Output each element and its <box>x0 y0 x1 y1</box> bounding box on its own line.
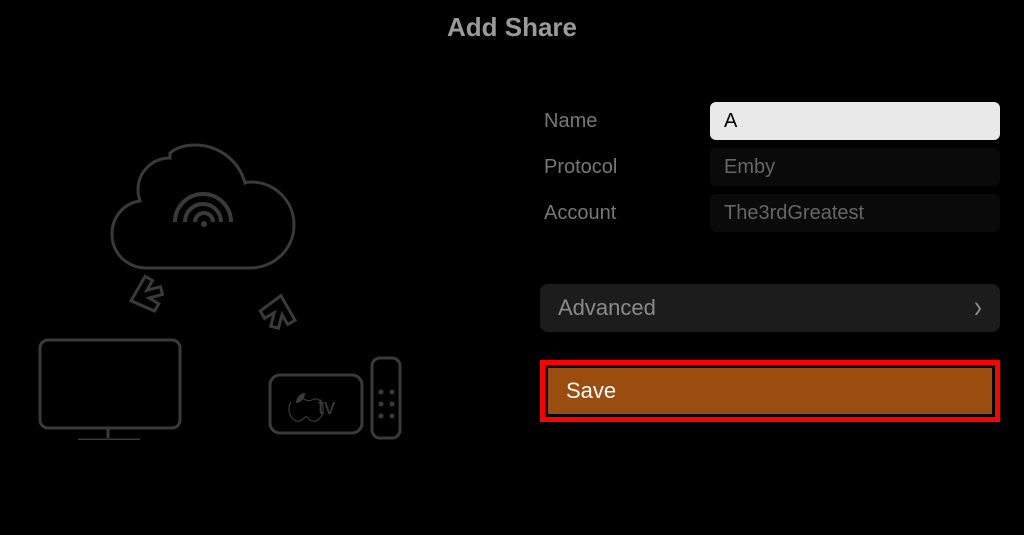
share-illustration: tv <box>20 100 480 440</box>
account-label: Account <box>540 202 710 225</box>
svg-text:tv: tv <box>318 394 335 419</box>
advanced-button[interactable]: Advanced › <box>540 284 1000 332</box>
protocol-field[interactable]: Emby <box>710 148 1000 186</box>
appletv-icon <box>270 375 362 433</box>
account-row: Account The3rdGreatest <box>540 192 1000 234</box>
share-form: Name A Protocol Emby Account The3rdGreat… <box>540 100 1000 422</box>
monitor-icon <box>40 340 180 428</box>
name-row: Name A <box>540 100 1000 142</box>
account-field[interactable]: The3rdGreatest <box>710 194 1000 232</box>
arrow-right-icon <box>257 292 300 332</box>
page-title: Add Share <box>0 12 1024 43</box>
chevron-right-icon: › <box>974 290 982 326</box>
save-highlight-box: Save <box>540 360 1000 422</box>
advanced-label: Advanced <box>558 295 656 321</box>
remote-icon <box>372 358 400 438</box>
protocol-label: Protocol <box>540 156 710 179</box>
save-button[interactable]: Save <box>548 368 992 414</box>
name-label: Name <box>540 110 710 133</box>
wifi-icon <box>175 194 231 222</box>
name-field[interactable]: A <box>710 102 1000 140</box>
cloud-icon <box>112 145 294 268</box>
arrow-left-icon <box>126 273 166 316</box>
protocol-row: Protocol Emby <box>540 146 1000 188</box>
